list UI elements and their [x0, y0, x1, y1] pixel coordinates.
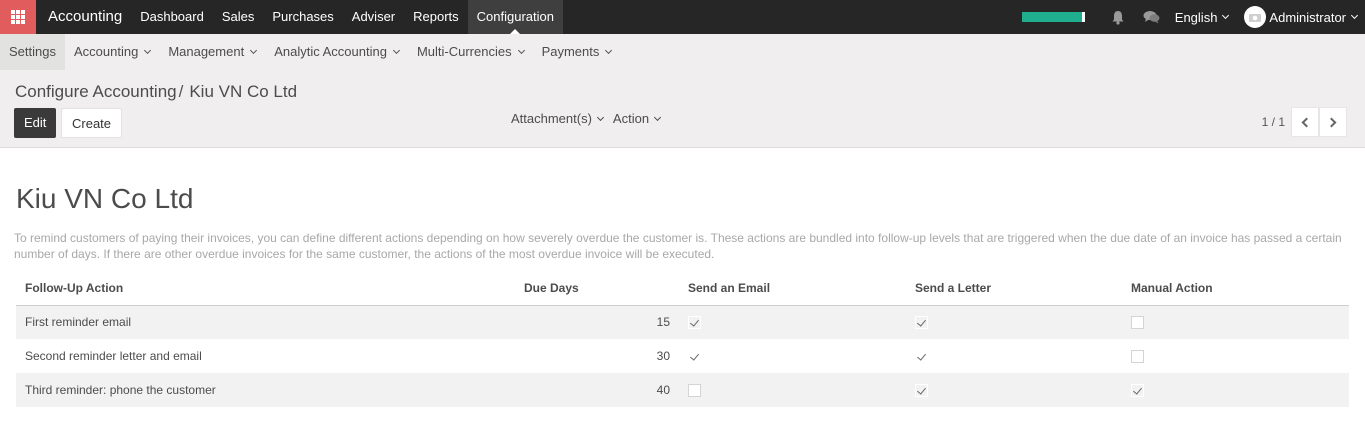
- top-menu-configuration[interactable]: Configuration: [467, 0, 563, 34]
- top-menu-reports[interactable]: Reports: [404, 0, 468, 34]
- language-selector[interactable]: English: [1169, 0, 1235, 34]
- language-label: English: [1174, 9, 1218, 25]
- chevron-down-icon: [1222, 11, 1230, 20]
- checkbox-checked[interactable]: [1131, 384, 1144, 398]
- breadcrumb: Configure Accounting / Kiu VN Co Ltd: [15, 82, 297, 102]
- apps-grid-icon: [11, 10, 25, 24]
- create-button[interactable]: Create: [61, 108, 123, 138]
- cell-send-email: [679, 339, 906, 373]
- checkbox-unchecked[interactable]: [1131, 350, 1144, 364]
- checkbox-checked[interactable]: [915, 350, 928, 364]
- checkbox-unchecked[interactable]: [688, 384, 701, 398]
- user-avatar-icon: [1244, 6, 1267, 28]
- notifications-button[interactable]: [1101, 0, 1135, 34]
- attachments-label: Attachment(s): [511, 111, 592, 126]
- col-followup-action[interactable]: Follow-Up Action: [16, 271, 515, 306]
- sec-menu-label: Accounting: [73, 44, 139, 59]
- pager-next-button[interactable]: [1319, 107, 1347, 137]
- top-menu: Dashboard Sales Purchases Adviser Report…: [131, 0, 563, 34]
- chevron-down-icon: [144, 46, 152, 55]
- control-panel: Configure Accounting / Kiu VN Co Ltd Edit …: [0, 70, 1365, 148]
- pager-previous-button[interactable]: [1291, 107, 1319, 137]
- user-menu[interactable]: Administrator: [1234, 0, 1365, 34]
- checkbox-unchecked[interactable]: [1131, 316, 1144, 330]
- checkbox-checked[interactable]: [688, 350, 701, 364]
- help-text: To remind customers of paying their invo…: [14, 231, 1342, 261]
- cell-manual-action: [1122, 339, 1349, 373]
- sec-menu-label: Payments: [541, 44, 600, 59]
- breadcrumb-parent-link[interactable]: Configure Accounting: [15, 82, 177, 101]
- chevron-left-icon: [1301, 117, 1312, 127]
- action-dropdown[interactable]: Action: [612, 111, 662, 126]
- table-row[interactable]: Second reminder letter and email 30: [16, 339, 1349, 373]
- sec-menu-management[interactable]: Management: [159, 34, 265, 70]
- sec-menu-analytic-accounting[interactable]: Analytic Accounting: [265, 34, 408, 70]
- cell-due-days: 15: [515, 305, 679, 339]
- chevron-down-icon: [392, 46, 400, 55]
- cell-send-email: [679, 305, 906, 339]
- breadcrumb-separator: /: [178, 82, 184, 101]
- top-navbar: Accounting Dashboard Sales Purchases Adv…: [0, 0, 1365, 34]
- messages-button[interactable]: [1135, 0, 1169, 34]
- checkbox-checked[interactable]: [915, 384, 928, 398]
- table-row[interactable]: First reminder email 15: [16, 305, 1349, 339]
- cell-manual-action: [1122, 373, 1349, 407]
- top-menu-adviser[interactable]: Adviser: [343, 0, 404, 34]
- chevron-right-icon: [1326, 117, 1337, 127]
- sec-menu-label: Settings: [9, 44, 56, 59]
- top-menu-dashboard[interactable]: Dashboard: [131, 0, 213, 34]
- col-send-letter[interactable]: Send a Letter: [906, 271, 1122, 306]
- cell-followup-action: Third reminder: phone the customer: [16, 373, 515, 407]
- cell-due-days: 30: [656, 349, 670, 363]
- cell-followup-action: First reminder email: [16, 305, 515, 339]
- col-send-email[interactable]: Send an Email: [679, 271, 906, 306]
- secondary-menu: Settings Accounting Management Analytic …: [0, 34, 1365, 70]
- chevron-down-icon: [250, 46, 258, 55]
- checkbox-checked[interactable]: [915, 316, 928, 330]
- checkbox-checked[interactable]: [688, 316, 701, 330]
- app-brand[interactable]: Accounting: [36, 0, 131, 34]
- top-menu-sales[interactable]: Sales: [213, 0, 264, 34]
- col-due-days[interactable]: Due Days: [515, 271, 679, 306]
- sec-menu-multi-currencies[interactable]: Multi-Currencies: [408, 34, 533, 70]
- table-header-row: Follow-Up Action Due Days Send an Email …: [16, 271, 1349, 306]
- record-title: Kiu VN Co Ltd: [16, 183, 194, 214]
- chevron-down-icon: [605, 46, 613, 55]
- user-name: Administrator: [1269, 9, 1346, 25]
- attachments-dropdown[interactable]: Attachment(s): [511, 111, 604, 126]
- chevron-down-icon: [654, 113, 662, 121]
- progress-fill: [1021, 12, 1082, 22]
- sec-menu-payments[interactable]: Payments: [533, 34, 621, 70]
- pager: 1 / 1: [1262, 107, 1347, 137]
- chevron-down-icon: [596, 113, 604, 121]
- col-manual-action[interactable]: Manual Action: [1122, 271, 1349, 306]
- apps-menu-button[interactable]: [0, 0, 36, 34]
- cell-due-days: 40: [515, 373, 679, 407]
- cell-send-letter: [906, 305, 1122, 339]
- cell-send-letter: [906, 373, 1122, 407]
- bell-icon: [1112, 10, 1124, 25]
- chat-icon: [1143, 11, 1160, 24]
- sidebar-dropdowns: Attachment(s) Action: [511, 111, 670, 126]
- cell-manual-action: [1122, 305, 1349, 339]
- sec-menu-settings[interactable]: Settings: [0, 34, 65, 70]
- followup-table: Follow-Up Action Due Days Send an Email …: [16, 271, 1349, 407]
- top-right-systray: English Administrator: [1021, 0, 1365, 34]
- action-label: Action: [612, 111, 650, 126]
- breadcrumb-current: Kiu VN Co Ltd: [189, 82, 298, 101]
- top-menu-purchases[interactable]: Purchases: [263, 0, 342, 34]
- cell-followup-action: Second reminder letter and email: [25, 349, 202, 363]
- chevron-down-icon: [1350, 11, 1359, 20]
- cell-send-email: [679, 373, 906, 407]
- cell-send-letter: [906, 339, 1122, 373]
- chevron-down-icon: [517, 46, 525, 55]
- sec-menu-accounting[interactable]: Accounting: [65, 34, 159, 70]
- sec-menu-label: Management: [168, 44, 245, 59]
- table-row[interactable]: Third reminder: phone the customer 40: [16, 373, 1349, 407]
- planner-progress-bar[interactable]: [1021, 12, 1085, 22]
- sec-menu-label: Analytic Accounting: [274, 44, 387, 59]
- pager-value[interactable]: 1 / 1: [1262, 115, 1285, 129]
- edit-button[interactable]: Edit: [14, 108, 57, 138]
- sec-menu-label: Multi-Currencies: [416, 44, 512, 59]
